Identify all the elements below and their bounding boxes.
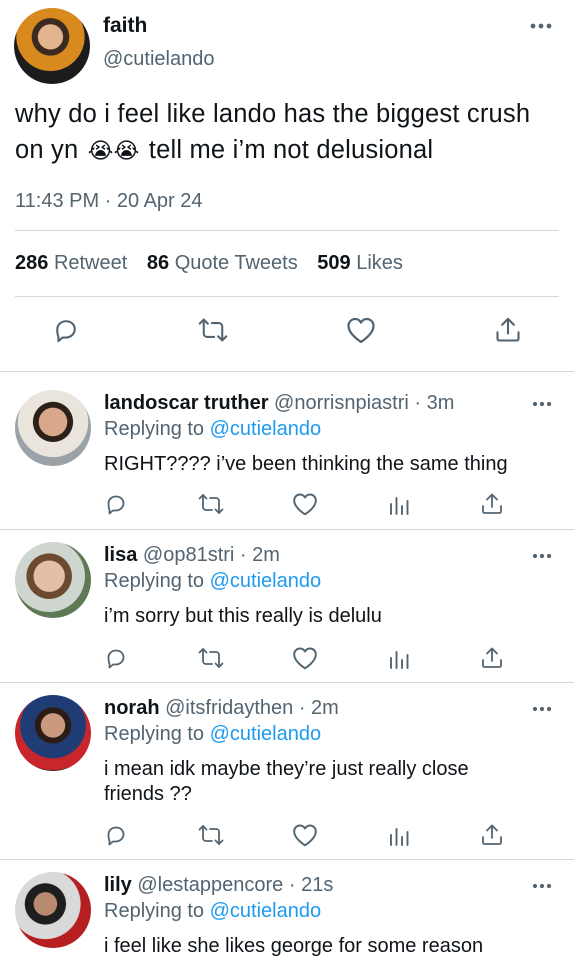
more-icon[interactable]: [530, 22, 552, 30]
retweet-icon[interactable]: [198, 646, 224, 670]
reply-icon[interactable]: [52, 316, 80, 344]
reply-handle-time[interactable]: @op81stri · 2m: [143, 544, 280, 566]
reply-header: lily @lestappencore · 21s: [104, 874, 333, 897]
reply-handle-time[interactable]: @norrisnpiastri · 3m: [274, 392, 454, 414]
tweet-text: why do i feel like lando has the biggest…: [15, 96, 563, 169]
tweet-actions: [0, 316, 574, 350]
reply-icon[interactable]: [104, 646, 128, 670]
heart-icon[interactable]: [292, 646, 318, 670]
share-icon[interactable]: [494, 316, 522, 344]
divider: [15, 296, 559, 297]
reply-tweet[interactable]: norah @itsfridaythen · 2m Replying to @c…: [0, 677, 574, 859]
heart-icon[interactable]: [346, 316, 376, 344]
quote-count: 86: [146, 252, 170, 274]
avatar[interactable]: [15, 695, 91, 771]
reply-tweet[interactable]: lily @lestappencore · 21s Replying to @c…: [0, 854, 574, 960]
reply-handle-time[interactable]: @lestappencore · 21s: [137, 874, 333, 896]
reply-handle-time[interactable]: @itsfridaythen · 2m: [165, 697, 339, 719]
replying-prefix: Replying to: [104, 900, 205, 922]
analytics-icon[interactable]: [388, 823, 410, 847]
more-icon[interactable]: [532, 882, 552, 890]
reply-author-name[interactable]: norah: [104, 697, 160, 719]
quote-stat[interactable]: 86 Quote Tweets: [147, 252, 312, 274]
more-icon[interactable]: [532, 400, 552, 408]
more-icon[interactable]: [532, 705, 552, 713]
likes-stat[interactable]: 509 Likes: [317, 252, 403, 274]
reply-header: norah @itsfridaythen · 2m: [104, 697, 339, 720]
replying-to: Replying to @cutielando: [104, 900, 321, 923]
reply-actions: [104, 823, 534, 853]
quote-label: Quote Tweets: [174, 252, 298, 274]
more-icon[interactable]: [532, 552, 552, 560]
reply-text: RIGHT???? i’ve been thinking the same th…: [104, 453, 508, 475]
reply-icon[interactable]: [104, 823, 128, 847]
likes-count: 509: [317, 252, 351, 274]
replying-to: Replying to @cutielando: [104, 570, 321, 593]
tweet-timestamp[interactable]: 11:43 PM · 20 Apr 24: [15, 190, 203, 213]
heart-icon[interactable]: [292, 492, 318, 516]
reply-actions: [104, 492, 534, 522]
author-avatar[interactable]: [14, 8, 90, 84]
replying-to: Replying to @cutielando: [104, 418, 321, 441]
reply-text: i mean idk maybe they’re just really clo…: [104, 758, 469, 805]
retweet-count: 286: [15, 252, 49, 274]
replying-prefix: Replying to: [104, 570, 205, 592]
retweet-stat[interactable]: 286 Retweet: [15, 252, 141, 274]
author-handle[interactable]: @cutielando: [103, 48, 214, 71]
avatar[interactable]: [15, 390, 91, 466]
share-icon[interactable]: [480, 492, 504, 516]
divider: [15, 230, 559, 231]
replying-to-link[interactable]: @cutielando: [210, 570, 321, 592]
reply-icon[interactable]: [104, 492, 128, 516]
replying-to-link[interactable]: @cutielando: [210, 900, 321, 922]
replying-to-link[interactable]: @cutielando: [210, 723, 321, 745]
tweet-text-end: tell me i’m not delusional: [148, 136, 434, 164]
reply-header: landoscar truther @norrisnpiastri · 3m: [104, 392, 454, 415]
reply-text: i feel like she likes george for some re…: [104, 935, 484, 957]
retweet-icon[interactable]: [198, 316, 228, 344]
analytics-icon[interactable]: [388, 646, 410, 670]
crying-emoji: 😭😭: [87, 138, 140, 163]
reply-header: lisa @op81stri · 2m: [104, 544, 280, 567]
reply-author-name[interactable]: landoscar truther: [104, 392, 268, 414]
avatar[interactable]: [15, 542, 91, 618]
heart-icon[interactable]: [292, 823, 318, 847]
share-icon[interactable]: [480, 646, 504, 670]
reply-author-name[interactable]: lisa: [104, 544, 137, 566]
replying-prefix: Replying to: [104, 723, 205, 745]
replying-prefix: Replying to: [104, 418, 205, 440]
reply-tweet[interactable]: landoscar truther @norrisnpiastri · 3m R…: [0, 372, 574, 529]
reply-text: i’m sorry but this really is delulu: [104, 605, 382, 627]
reply-author-name[interactable]: lily: [104, 874, 132, 896]
retweet-icon[interactable]: [198, 492, 224, 516]
retweet-icon[interactable]: [198, 823, 224, 847]
author-name[interactable]: faith: [103, 14, 147, 38]
main-tweet: faith @cutielando why do i feel like lan…: [0, 0, 574, 372]
likes-label: Likes: [356, 252, 403, 274]
avatar[interactable]: [15, 872, 91, 948]
reply-tweet[interactable]: lisa @op81stri · 2m Replying to @cutiela…: [0, 524, 574, 682]
tweet-stats: 286 Retweet 86 Quote Tweets 509 Likes: [15, 252, 403, 275]
replying-to-link[interactable]: @cutielando: [210, 418, 321, 440]
analytics-icon[interactable]: [388, 492, 410, 516]
retweet-label: Retweet: [53, 252, 128, 274]
reply-actions: [104, 646, 534, 676]
share-icon[interactable]: [480, 823, 504, 847]
replying-to: Replying to @cutielando: [104, 723, 321, 746]
